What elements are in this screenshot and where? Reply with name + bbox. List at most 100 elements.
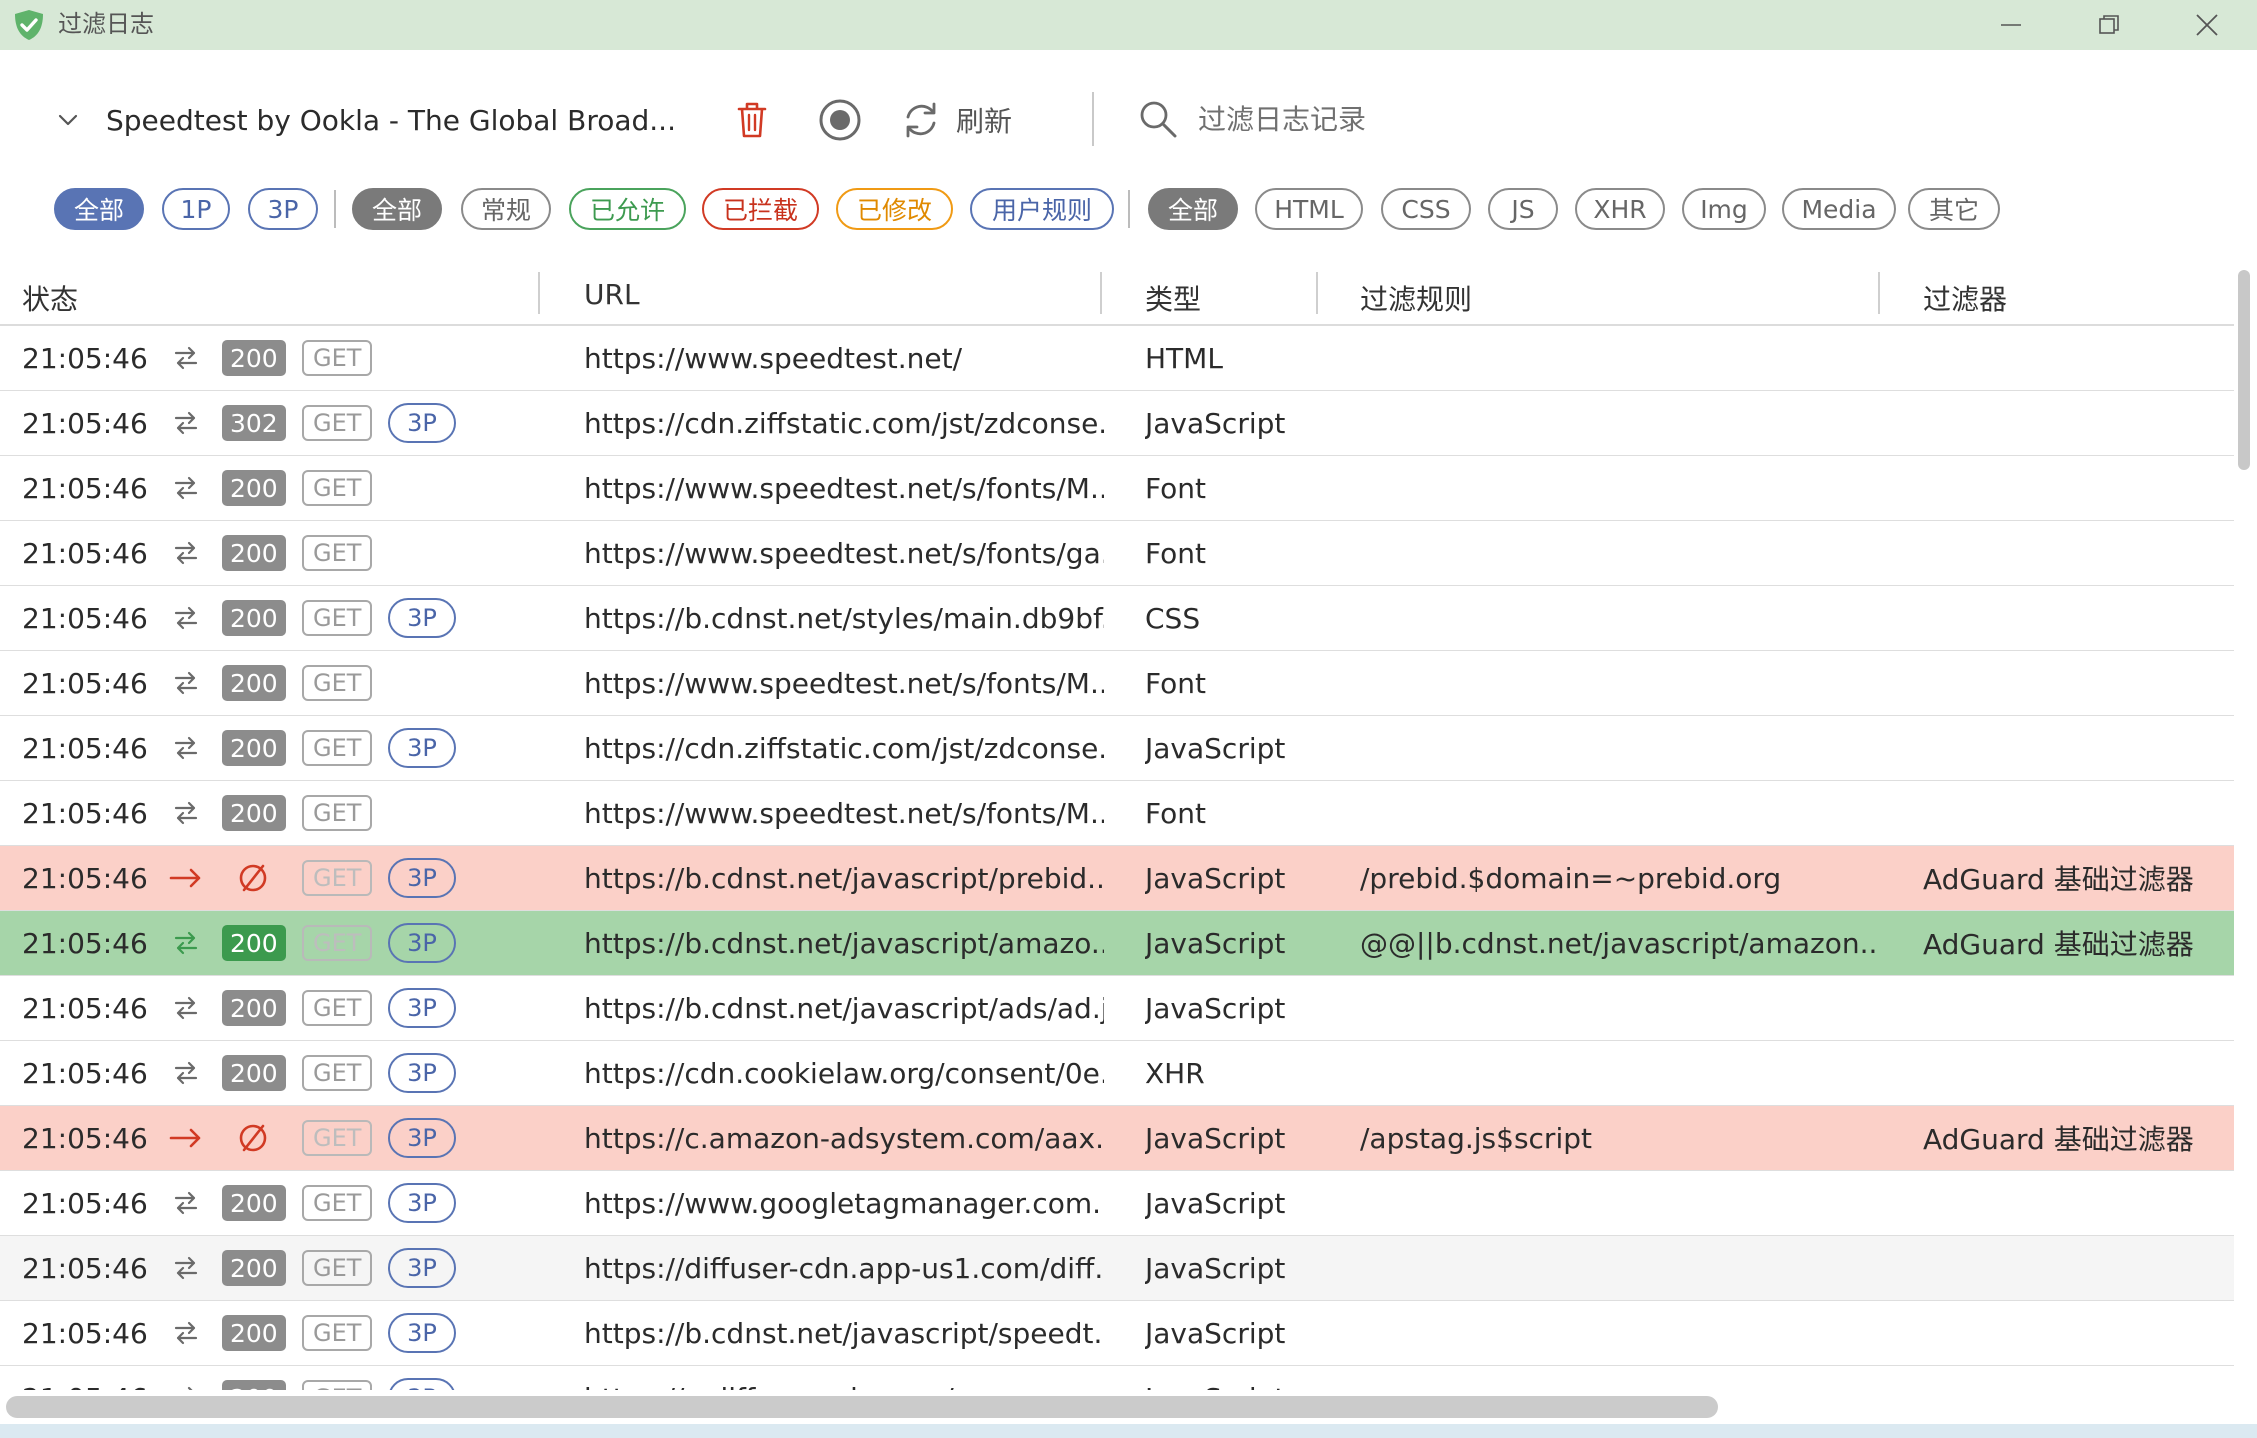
row-direction	[168, 781, 204, 845]
method-badge: GET	[302, 1120, 373, 1156]
chip-status-all[interactable]: 全部	[352, 188, 442, 230]
table-row[interactable]: 21:05:46 200 GET 3P https://diffuser-cdn.app…	[0, 1236, 2234, 1301]
row-time: 21:05:46	[22, 601, 148, 635]
row-url: https://b.cdnst.net/javascript/prebid...…	[584, 861, 1104, 895]
chip-type-media[interactable]: Media	[1782, 188, 1896, 230]
minimize-icon	[2001, 24, 2021, 26]
column-resize-handle[interactable]	[538, 272, 540, 314]
search-input[interactable]	[1198, 97, 1718, 141]
column-resize-handle[interactable]	[1316, 272, 1318, 314]
table-row[interactable]: 21:05:46 200 GET 3P https://b.cdnst.net/java…	[0, 911, 2234, 976]
table-row[interactable]: 21:05:46 200 GET https://www.speedtest.net/…	[0, 781, 2234, 846]
clear-log-button[interactable]	[730, 96, 774, 144]
row-type: JavaScript	[1145, 731, 1286, 765]
chip-type-all[interactable]: 全部	[1148, 188, 1238, 230]
row-filter: AdGuard 基础过滤器	[1923, 928, 2194, 961]
row-time: 21:05:46	[22, 471, 148, 505]
column-header-type[interactable]: 类型	[1145, 278, 1201, 318]
row-third-party: 3P	[388, 391, 456, 455]
transfer-arrows-icon	[174, 801, 198, 825]
row-direction	[168, 586, 204, 650]
chip-party-all[interactable]: 全部	[54, 188, 144, 230]
row-time: 21:05:46	[22, 861, 148, 895]
column-header-status[interactable]: 状态	[22, 278, 78, 318]
status-code-badge: 200	[222, 665, 286, 701]
status-code-badge: 200	[222, 990, 286, 1026]
chip-type-css[interactable]: CSS	[1381, 188, 1471, 230]
row-third-party: 3P	[388, 586, 456, 650]
table-row[interactable]: 21:05:46 GET 3P https://b.cdnst.net/javascr…	[0, 846, 2234, 911]
chip-type-img[interactable]: Img	[1682, 188, 1766, 230]
blocked-icon	[239, 864, 267, 892]
chip-type-xhr[interactable]: XHR	[1575, 188, 1665, 230]
row-url: https://b.cdnst.net/styles/main.db9bf...	[584, 601, 1104, 635]
method-badge: GET	[302, 1055, 373, 1091]
row-direction	[168, 326, 204, 390]
third-party-badge: 3P	[388, 1183, 456, 1223]
column-resize-handle[interactable]	[1100, 272, 1102, 314]
table-row[interactable]: 21:05:46 200 GET 3P https://b.cdnst.net/java…	[0, 1301, 2234, 1366]
refresh-button[interactable]: 刷新	[900, 96, 1012, 144]
restore-button[interactable]	[2060, 0, 2158, 50]
table-row[interactable]: 21:05:46 200 GET 3P https://cdn.ziffstatic.c…	[0, 716, 2234, 781]
chip-status-regular[interactable]: 常规	[461, 188, 551, 230]
row-direction	[168, 976, 204, 1040]
chip-type-js[interactable]: JS	[1488, 188, 1558, 230]
table-row[interactable]: 21:05:46 200 GET 3P https://b.cdnst.net/styl…	[0, 586, 2234, 651]
row-url: https://www.speedtest.net/s/fonts/M...	[584, 471, 1104, 505]
chip-type-html[interactable]: HTML	[1255, 188, 1363, 230]
table-header: 状态 URL 类型 过滤规则 过滤器	[0, 262, 2234, 326]
table-row[interactable]: 21:05:46 GET 3P https://c.amazon-adsystem.c…	[0, 1106, 2234, 1171]
chevron-down-icon	[50, 102, 86, 138]
chip-status-allowed[interactable]: 已允许	[569, 188, 686, 230]
row-status-code: 200	[222, 976, 286, 1040]
record-icon	[819, 99, 861, 141]
row-method: GET	[302, 586, 373, 650]
table-row[interactable]: 21:05:46 200 GET 3P https://cdn.cookielaw.or…	[0, 1041, 2234, 1106]
column-resize-handle[interactable]	[1878, 272, 1880, 314]
column-header-rule[interactable]: 过滤规则	[1360, 278, 1472, 318]
table-row[interactable]: 21:05:46 200 GET https://www.speedtest.net/…	[0, 326, 2234, 391]
row-time: 21:05:46	[22, 1056, 148, 1090]
row-direction	[168, 521, 204, 585]
chip-status-blocked[interactable]: 已拦截	[702, 188, 819, 230]
table-row[interactable]: 21:05:46 200 GET https://www.speedtest.net/…	[0, 651, 2234, 716]
chip-status-user-rules[interactable]: 用户规则	[970, 188, 1114, 230]
method-badge: GET	[302, 1250, 373, 1286]
table-row[interactable]: 21:05:46 302 GET 3P https://cdn.ziffstatic.c…	[0, 391, 2234, 456]
table-row[interactable]: 21:05:46 200 GET 3P https://www.googletagman…	[0, 1171, 2234, 1236]
column-header-filter[interactable]: 过滤器	[1923, 278, 2007, 318]
row-type: Font	[1145, 471, 1206, 505]
row-url: https://cdn.cookielaw.org/consent/0e...	[584, 1056, 1104, 1090]
transfer-arrows-icon	[174, 736, 198, 760]
app-selector-dropdown[interactable]: Speedtest by Ookla - The Global Broad...	[50, 96, 676, 144]
row-time: 21:05:46	[22, 731, 148, 765]
close-button[interactable]	[2158, 0, 2256, 50]
horizontal-scrollbar-thumb[interactable]	[6, 1396, 1718, 1418]
chip-type-other[interactable]: 其它	[1908, 188, 2000, 230]
row-direction	[168, 911, 204, 975]
chip-status-modified[interactable]: 已修改	[836, 188, 953, 230]
chip-party-1p[interactable]: 1P	[162, 188, 230, 230]
status-code-badge: 200	[222, 470, 286, 506]
table-row[interactable]: 21:05:46 200 GET https://www.speedtest.net/…	[0, 521, 2234, 586]
method-badge: GET	[302, 535, 373, 571]
chip-party-3p[interactable]: 3P	[248, 188, 318, 230]
row-status-code	[236, 1106, 270, 1170]
row-time: 21:05:46	[22, 1251, 148, 1285]
vertical-scrollbar-thumb[interactable]	[2238, 270, 2250, 470]
toolbar: Speedtest by Ookla - The Global Broad...…	[0, 50, 2257, 190]
row-time: 21:05:46	[22, 991, 148, 1025]
window-title: 过滤日志	[58, 10, 154, 38]
row-time: 21:05:46	[22, 406, 148, 440]
column-header-url[interactable]: URL	[584, 278, 640, 311]
method-badge: GET	[302, 1185, 373, 1221]
row-third-party: 3P	[388, 976, 456, 1040]
table-row[interactable]: 21:05:46 200 GET https://www.speedtest.net/…	[0, 456, 2234, 521]
row-url: https://cdn.ziffstatic.com/jst/zdconse..…	[584, 406, 1104, 440]
record-button[interactable]	[816, 96, 864, 144]
status-code-badge: 200	[222, 535, 286, 571]
row-status-code: 200	[222, 586, 286, 650]
table-row[interactable]: 21:05:46 200 GET 3P https://b.cdnst.net/java…	[0, 976, 2234, 1041]
minimize-button[interactable]	[1962, 0, 2060, 50]
